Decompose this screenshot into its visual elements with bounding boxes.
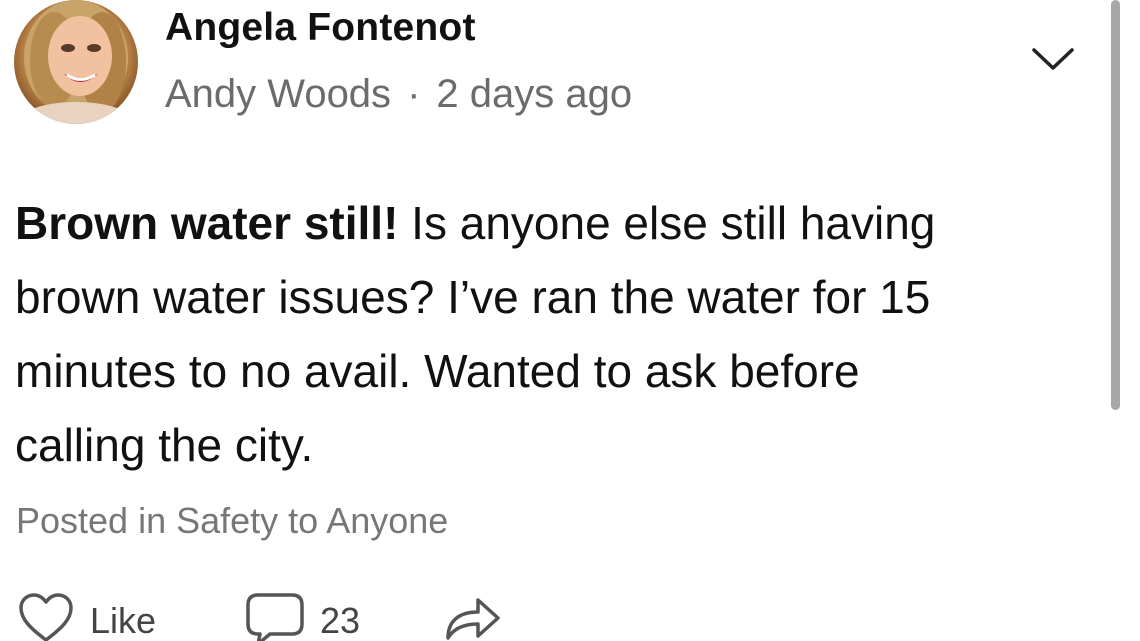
share-button[interactable] [440,590,504,641]
post-body: Brown water still! Is anyone else still … [15,186,1095,482]
comment-icon [246,593,304,641]
heart-icon [19,593,73,641]
chevron-down-icon[interactable] [1030,44,1076,74]
avatar[interactable] [14,0,138,124]
post-card: Angela Fontenot Andy Woods · 2 days ago Br… [0,0,1140,641]
post-body-text-1: Is anyone else still having [398,197,936,249]
share-arrow-icon [446,598,500,640]
post-body-line-1: Brown water still! Is anyone else still … [15,186,1095,260]
avatar-photo [16,0,136,124]
post-meta: Andy Woods · 2 days ago [165,72,632,117]
like-label: Like [90,600,157,641]
comment-button[interactable]: 23 [244,590,360,641]
post-body-line-2: brown water issues? I’ve ran the water f… [15,271,931,323]
sub-author-name[interactable]: Andy Woods [165,72,391,116]
post-headline: Brown water still! [15,197,399,249]
meta-separator: · [407,72,421,116]
post-timestamp: 2 days ago [436,72,633,116]
like-button[interactable]: Like [16,590,156,641]
posted-in-label[interactable]: Posted in Safety to Anyone [16,500,448,542]
comment-count: 23 [320,600,361,641]
action-bar: Like 23 [0,590,1140,641]
author-name[interactable]: Angela Fontenot [165,6,476,50]
post-body-line-4: calling the city. [15,419,314,471]
scrollbar[interactable] [1111,0,1120,410]
post-body-line-3: minutes to no avail. Wanted to ask befor… [15,345,860,397]
